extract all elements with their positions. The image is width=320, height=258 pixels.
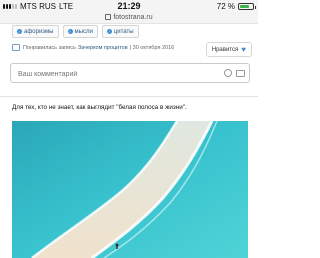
emoji-icon[interactable] (224, 69, 232, 77)
tag-aphorisms[interactable]: ✓ афоризмы (12, 25, 59, 38)
url-text: fotostrana.ru (113, 14, 153, 21)
divider (0, 96, 258, 97)
like-button[interactable]: Нравится ♥ (205, 42, 252, 57)
battery-fill (240, 5, 249, 8)
lock-icon (105, 14, 112, 21)
beach-aerial-image (12, 121, 248, 258)
comment-input[interactable] (16, 67, 220, 81)
like-label: Нравится (211, 46, 239, 53)
tag-thoughts[interactable]: ✓ мысли (62, 25, 98, 38)
tag-label: цитаты (113, 28, 134, 35)
status-bar: MTS RUS LTE 21:29 72 % (0, 0, 258, 14)
share-date: | 30 октября 2016 (129, 44, 175, 51)
address-bar[interactable]: fotostrana.ru (0, 14, 258, 24)
tag-label: мысли (74, 28, 93, 35)
camera-icon[interactable] (236, 70, 245, 77)
battery-icon (238, 3, 256, 10)
tag-icon: ✓ (106, 29, 112, 34)
heart-icon: ♥ (241, 44, 246, 54)
tag-icon: ✓ (67, 29, 73, 34)
post-photo[interactable] (12, 121, 248, 258)
battery-percent: 72 % (216, 2, 235, 11)
share-info: Понравилась запись Зачерком процитов | 3… (12, 44, 174, 51)
tag-list: ✓ афоризмы ✓ мысли ✓ цитаты (12, 25, 139, 38)
tag-label: афоризмы (24, 28, 54, 35)
share-prefix: Понравилась запись (23, 44, 76, 51)
tag-quotes[interactable]: ✓ цитаты (101, 25, 139, 38)
comment-box[interactable] (10, 63, 250, 83)
repost-icon (12, 44, 20, 51)
share-author-link[interactable]: Зачерком процитов (78, 45, 128, 51)
tag-icon: ✓ (17, 29, 22, 34)
post-text: Для тех, кто не знает, как выглядит "бел… (12, 104, 187, 111)
battery-area: 72 % (216, 2, 256, 11)
